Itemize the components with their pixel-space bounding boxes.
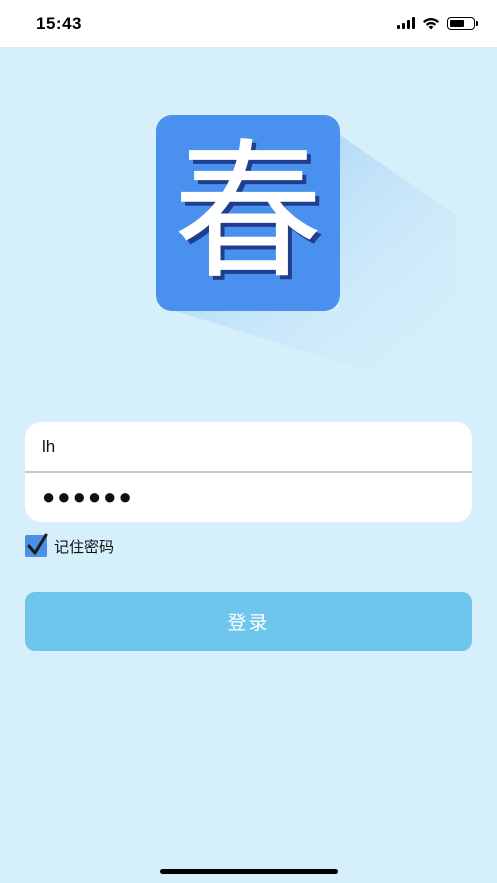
- password-value: ●●●●●●: [42, 484, 134, 509]
- app-logo: 春: [156, 115, 456, 385]
- logo-character: 春: [172, 126, 323, 300]
- status-time: 15:43: [36, 14, 82, 33]
- password-input[interactable]: ●●●●●●: [25, 472, 472, 522]
- username-value: lh: [42, 437, 56, 456]
- cellular-signal-icon: [397, 17, 415, 29]
- logo-box: 春: [156, 115, 340, 311]
- login-button[interactable]: 登录: [25, 592, 472, 651]
- remember-checkbox[interactable]: [25, 533, 48, 557]
- battery-icon: [447, 16, 478, 30]
- status-bar: 15:43: [0, 0, 497, 47]
- status-icons: [397, 14, 478, 32]
- remember-label[interactable]: 记住密码: [54, 536, 114, 557]
- wifi-icon: [423, 17, 439, 29]
- remember-password-row[interactable]: 记住密码: [25, 533, 114, 557]
- username-input[interactable]: lh: [25, 422, 472, 472]
- home-indicator[interactable]: [160, 869, 338, 874]
- checkmark-icon: [27, 533, 48, 555]
- login-input-group: lh ●●●●●●: [25, 422, 472, 522]
